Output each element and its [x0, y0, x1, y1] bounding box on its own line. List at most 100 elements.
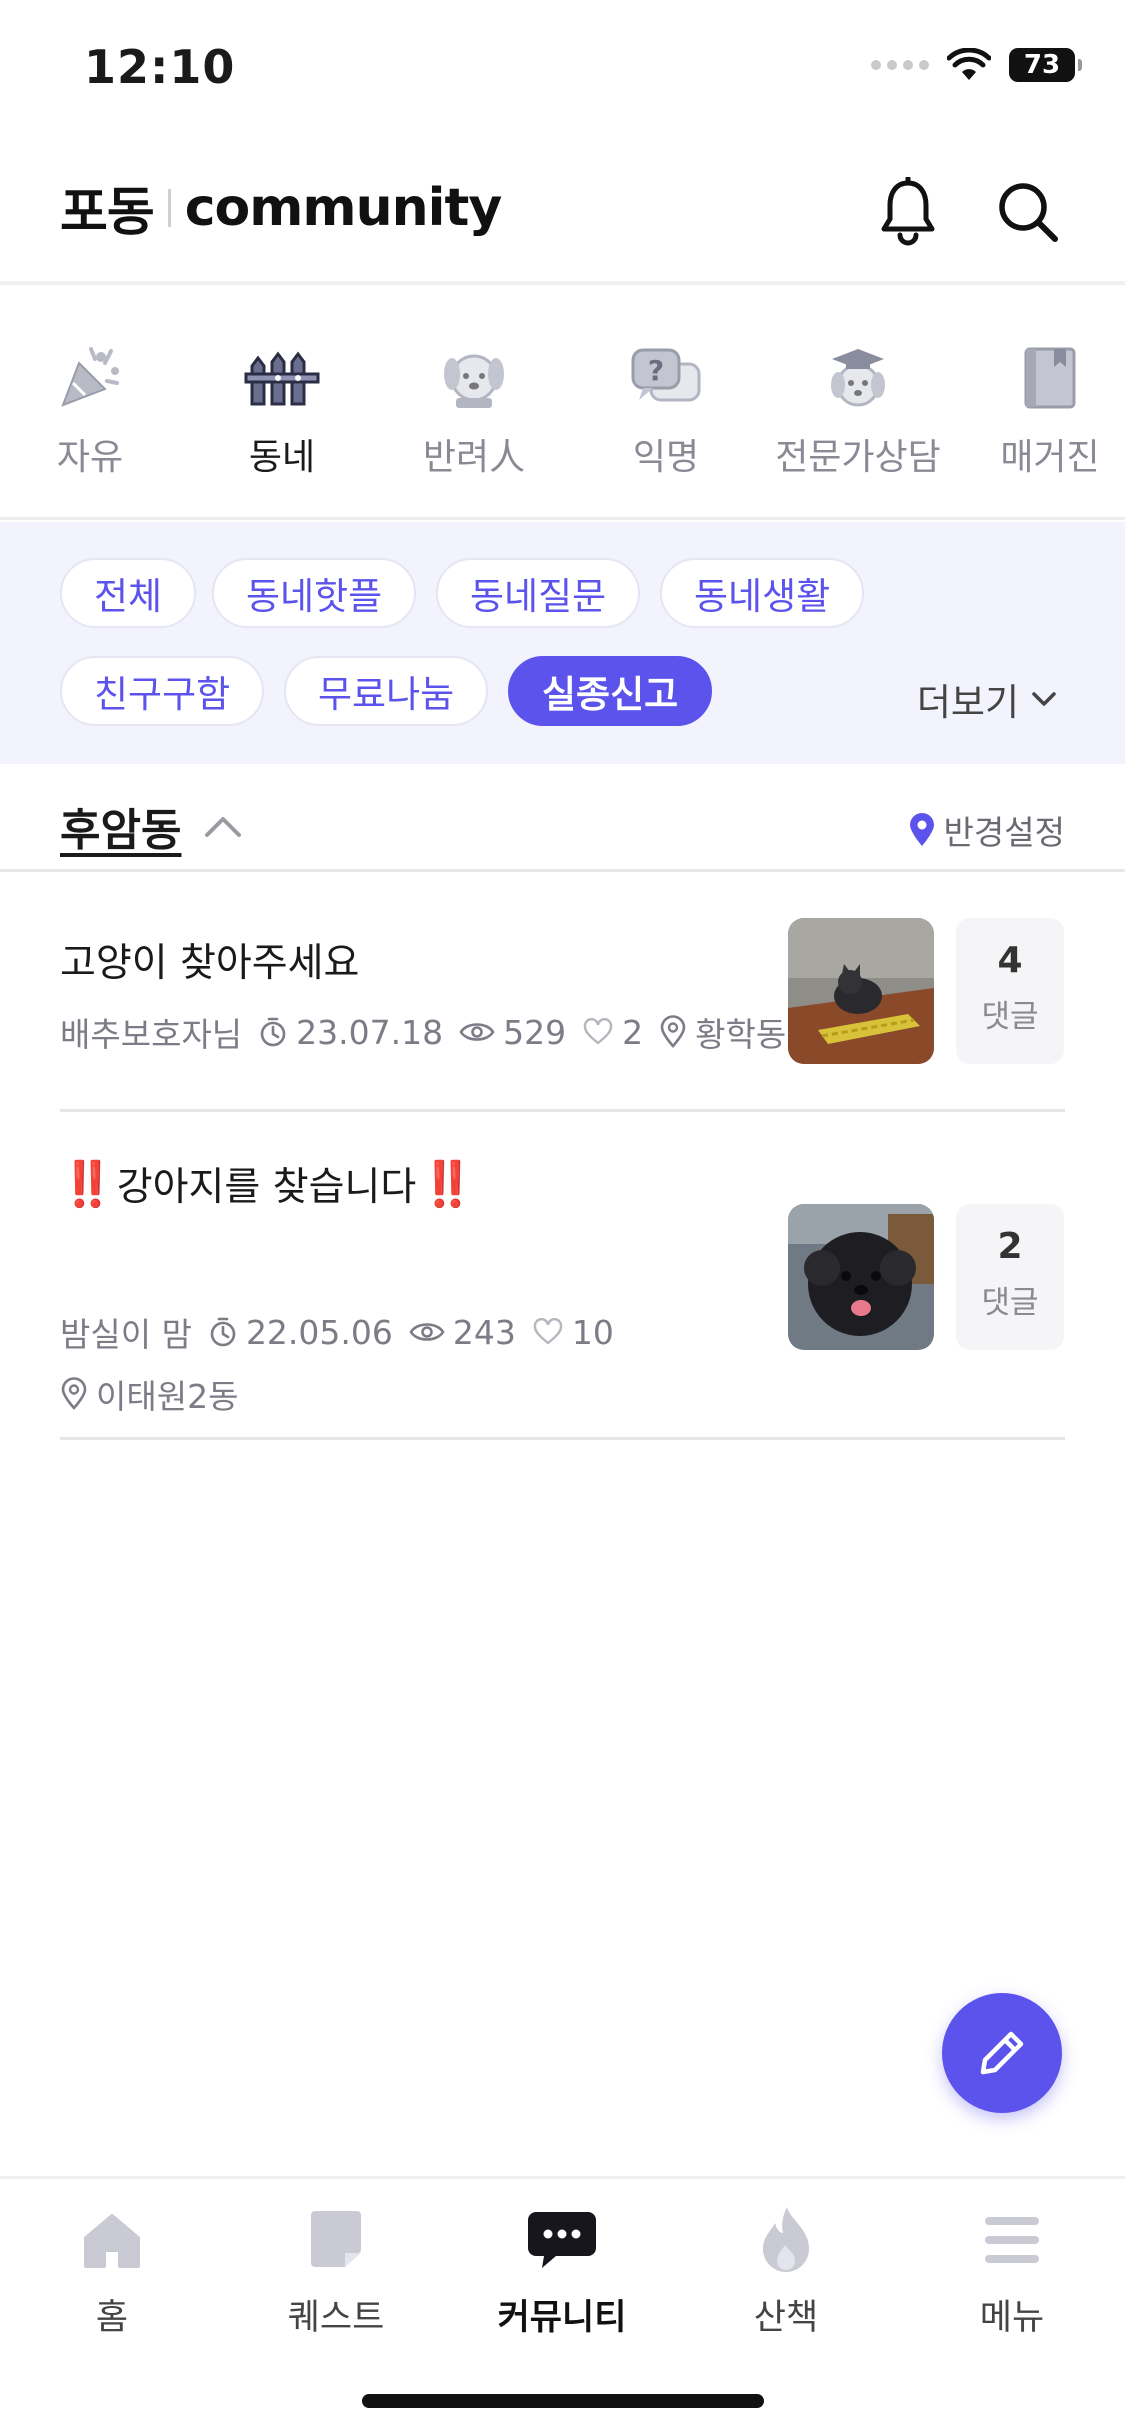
comment-count-box[interactable]: 2 댓글	[956, 1204, 1064, 1350]
fence-icon	[244, 340, 320, 416]
location-selector[interactable]: 후암동	[60, 794, 243, 858]
post-location-row: 이태원2동	[60, 1370, 238, 1418]
nav-home[interactable]: 홈	[22, 2201, 202, 2340]
tab-anonymous[interactable]: ? 익명	[576, 340, 756, 480]
clock-icon	[258, 1016, 288, 1048]
post-date: 22.05.06	[245, 1312, 393, 1352]
home-icon	[22, 2201, 202, 2279]
more-button[interactable]: 더보기	[917, 672, 1057, 726]
nav-community[interactable]: 커뮤니티	[472, 2201, 652, 2340]
filter-chip-panel: 전체 동네핫플 동네질문 동네생활 친구구함 무료나눔 실종신고 더보기	[0, 522, 1125, 764]
heart-icon	[582, 1018, 614, 1046]
bell-icon	[881, 177, 935, 246]
double-exclamation-icon: ‼️	[420, 1159, 475, 1210]
logo-english: community	[184, 177, 503, 238]
post-item[interactable]: ‼️ 강아지를 찾습니다 ‼️ 밤실이 맘 22.05.06 243 10 이태…	[60, 1112, 1065, 1440]
post-thumbnail-cat	[788, 918, 934, 1064]
book-icon	[1012, 340, 1088, 416]
tab-label: 익명	[632, 437, 700, 478]
nav-label: 산책	[753, 2298, 819, 2338]
search-icon	[999, 183, 1058, 242]
logo-korean: 포동	[60, 183, 155, 243]
post-author: 배추보호자님	[60, 1015, 243, 1054]
eye-icon	[409, 1320, 445, 1344]
pencil-icon	[980, 2031, 1024, 2075]
chip-life[interactable]: 동네생활	[660, 558, 865, 628]
chip-find-friends[interactable]: 친구구함	[60, 656, 265, 726]
status-indicators: 73	[871, 48, 1082, 82]
nav-label: 홈	[95, 2298, 129, 2338]
radius-label: 반경설정	[943, 813, 1065, 852]
menu-icon	[922, 2201, 1102, 2279]
comment-count: 2	[997, 1226, 1023, 1267]
chevron-down-icon	[1032, 692, 1056, 706]
category-tabs: 자유 동네 반려人 ? 익명 전문가상담 매거진	[0, 290, 1125, 520]
chip-free-share[interactable]: 무료나눔	[284, 656, 489, 726]
post-place: 황학동	[695, 1015, 787, 1054]
comment-label: 댓글	[981, 1285, 1039, 1321]
tab-magazine[interactable]: 매거진	[960, 340, 1125, 480]
location-pin-icon	[909, 813, 934, 846]
chip-question[interactable]: 동네질문	[436, 558, 641, 628]
logo-divider	[167, 188, 171, 227]
cellular-signal-icon	[871, 60, 929, 70]
radius-setting-button[interactable]: 반경설정	[908, 806, 1065, 854]
tab-label: 동네	[248, 437, 316, 478]
post-meta: 밤실이 맘 22.05.06 243 10	[60, 1308, 614, 1356]
location-bar: 후암동 반경설정	[0, 764, 1125, 872]
eye-icon	[459, 1020, 495, 1044]
chevron-up-icon	[205, 817, 242, 837]
tab-free[interactable]: 자유	[0, 340, 180, 480]
app-logo[interactable]: 포동 community	[60, 170, 503, 245]
post-date: 23.07.18	[296, 1012, 444, 1052]
post-place: 이태원2동	[96, 1377, 239, 1416]
post-thumbnail-dog	[788, 1204, 934, 1350]
map-pin-icon	[659, 1015, 687, 1049]
question-bubble-icon: ?	[628, 340, 704, 416]
chip-all[interactable]: 전체	[60, 558, 197, 628]
graduate-dog-icon	[820, 340, 896, 416]
post-item[interactable]: 고양이 찾아주세요 배추보호자님 23.07.18 529 2 황학동 4 댓글	[60, 872, 1065, 1112]
double-exclamation-icon: ‼️	[60, 1159, 115, 1210]
tab-neighborhood[interactable]: 동네	[192, 340, 372, 480]
post-views: 529	[503, 1012, 567, 1052]
post-title: 고양이 찾아주세요	[60, 941, 360, 986]
post-title-row: ‼️ 강아지를 찾습니다 ‼️	[60, 1156, 475, 1212]
search-button[interactable]	[988, 172, 1068, 252]
notification-button[interactable]	[868, 172, 948, 252]
post-likes: 2	[622, 1012, 644, 1052]
note-icon	[246, 2201, 426, 2279]
chat-bubble-icon	[472, 2201, 652, 2279]
home-indicator	[362, 2394, 764, 2408]
battery-icon: 73	[1009, 48, 1082, 82]
write-post-button[interactable]	[942, 1993, 1062, 2113]
post-views: 243	[452, 1312, 516, 1352]
tab-expert-consult[interactable]: 전문가상담	[768, 340, 948, 480]
nav-label: 퀘스트	[287, 2298, 385, 2338]
nav-quest[interactable]: 퀘스트	[246, 2201, 426, 2340]
tab-label: 반려人	[422, 437, 526, 478]
nav-walk[interactable]: 산책	[696, 2201, 876, 2340]
chip-missing-report[interactable]: 실종신고	[508, 656, 713, 726]
nav-label: 커뮤니티	[497, 2298, 627, 2338]
svg-text:?: ?	[648, 354, 664, 387]
comment-label: 댓글	[981, 999, 1039, 1035]
map-pin-icon	[60, 1377, 88, 1411]
post-author: 밤실이 맘	[60, 1315, 192, 1354]
comment-count: 4	[997, 940, 1023, 981]
nav-label: 메뉴	[979, 2298, 1045, 2338]
post-likes: 10	[571, 1312, 614, 1352]
flame-icon	[696, 2201, 876, 2279]
tab-pets[interactable]: 반려人	[384, 340, 564, 480]
location-name: 후암동	[60, 805, 182, 856]
more-label: 더보기	[916, 681, 1019, 724]
heart-icon	[532, 1318, 564, 1346]
nav-menu[interactable]: 메뉴	[922, 2201, 1102, 2340]
tab-label: 전문가상담	[775, 437, 941, 478]
chip-hotplace[interactable]: 동네핫플	[212, 558, 417, 628]
app-header: 포동 community	[0, 150, 1125, 285]
tab-label: 매거진	[1000, 437, 1100, 478]
comment-count-box[interactable]: 4 댓글	[956, 918, 1064, 1064]
dog-icon	[436, 340, 512, 416]
clock-icon	[208, 1316, 238, 1348]
